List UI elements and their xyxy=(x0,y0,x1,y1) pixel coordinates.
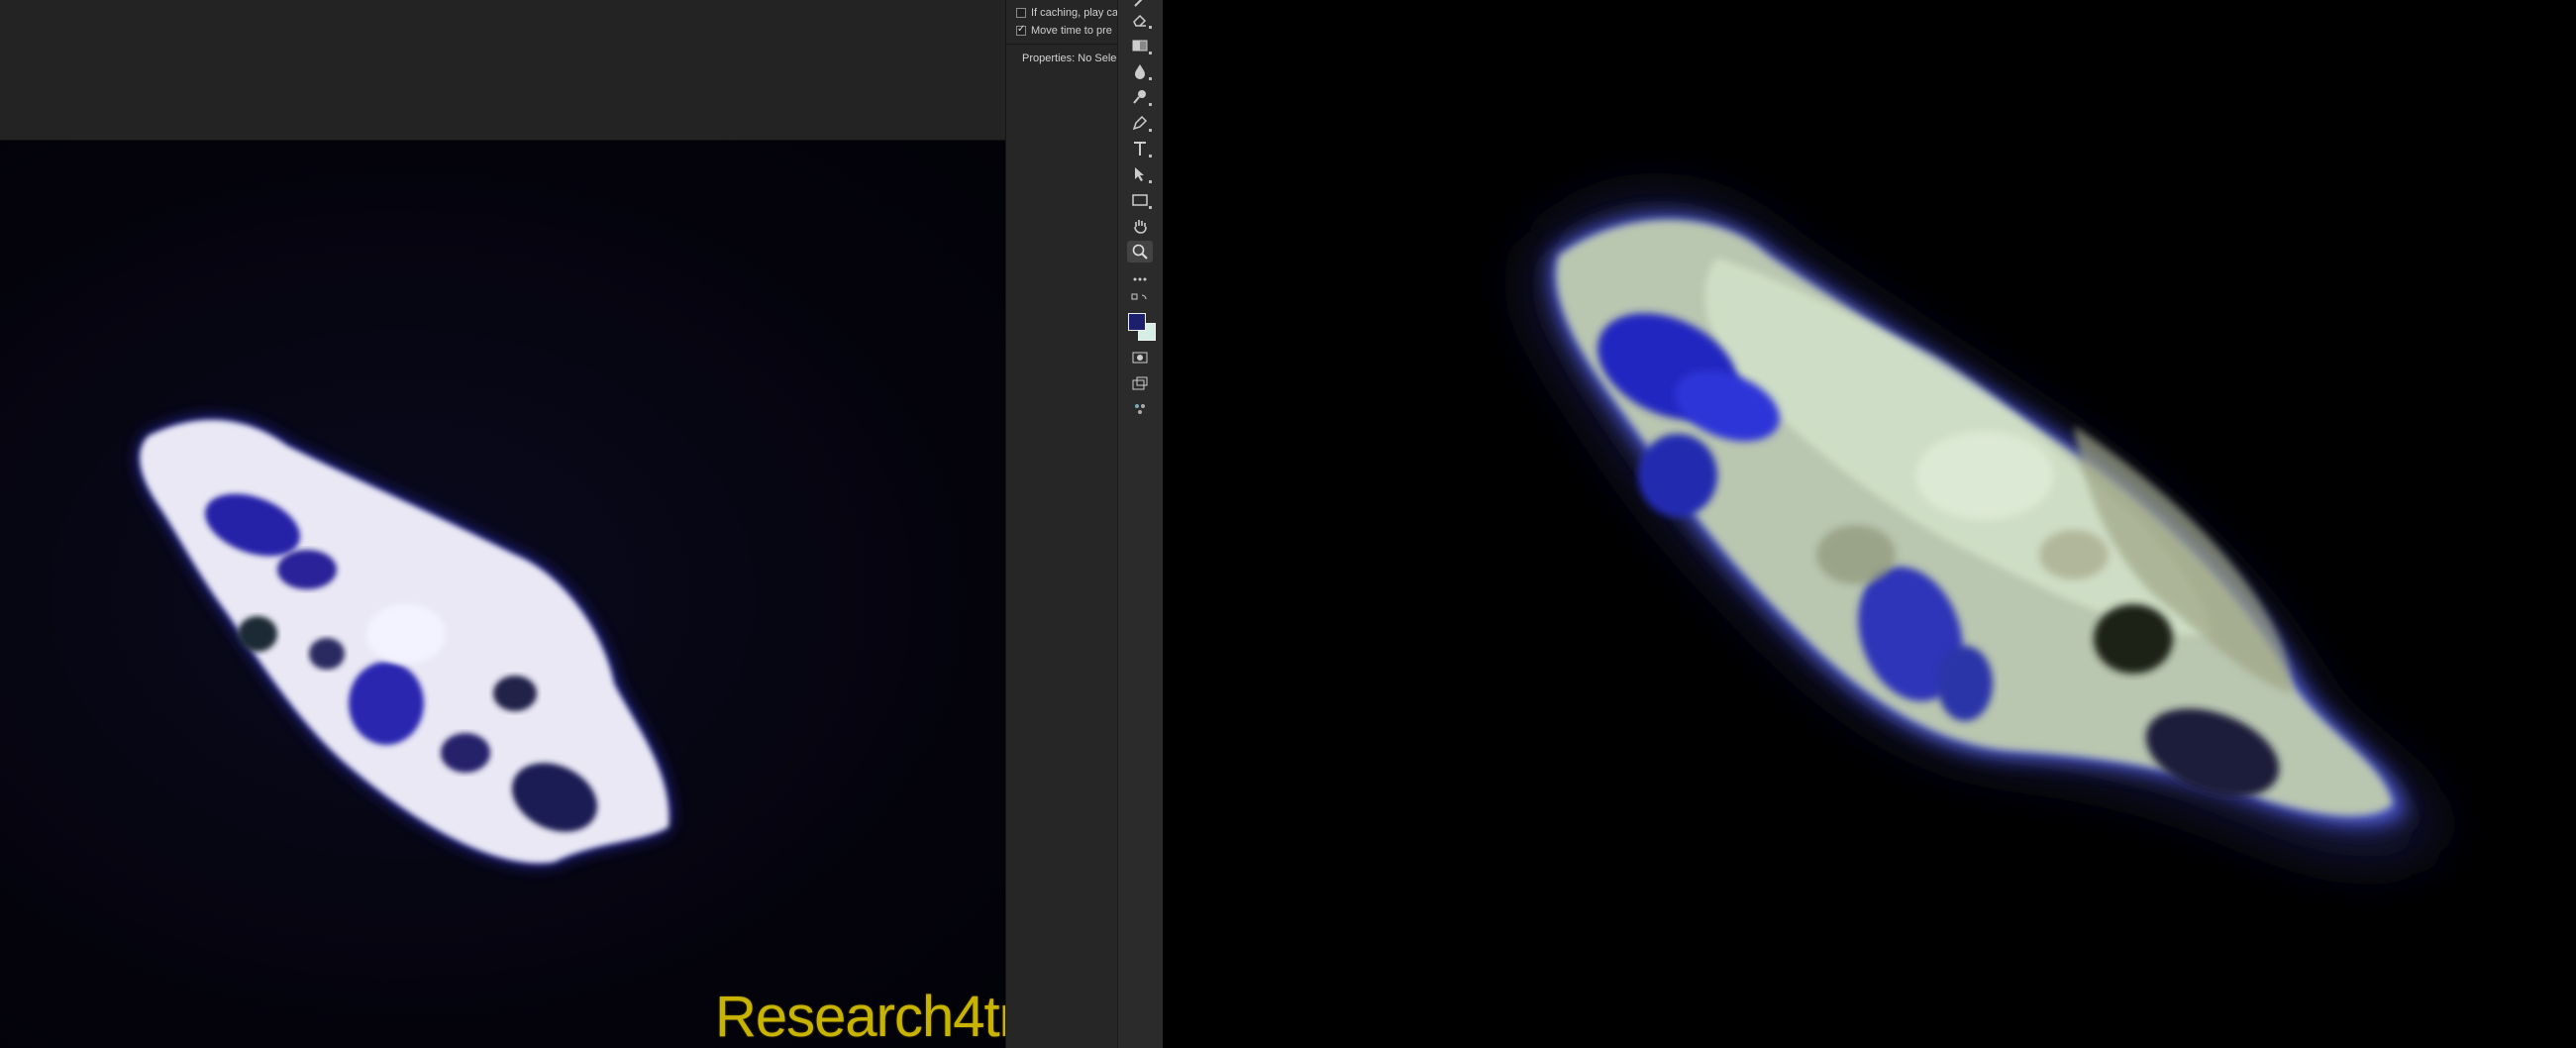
pen-icon xyxy=(1132,115,1148,131)
drop-icon xyxy=(1135,64,1145,79)
eraser-tool[interactable] xyxy=(1127,9,1153,31)
properties-label: Properties: No Selec xyxy=(1022,52,1118,64)
type-tool[interactable] xyxy=(1127,138,1153,159)
eraser-icon xyxy=(1133,14,1147,27)
path-selection-tool[interactable] xyxy=(1127,163,1153,185)
quick-mask-icon xyxy=(1132,352,1148,364)
swap-colors-icon xyxy=(1131,293,1147,300)
island-image-left xyxy=(140,419,670,864)
arrow-icon xyxy=(1135,167,1144,181)
type-icon xyxy=(1134,142,1146,156)
hand-icon xyxy=(1134,220,1147,234)
watermark-text: Research4tr xyxy=(715,985,1005,1048)
island-image-right xyxy=(1530,199,2440,859)
panel-divider xyxy=(1006,44,1118,45)
ellipsis-icon xyxy=(1133,277,1147,281)
screen-mode-icon xyxy=(1132,376,1148,390)
hand-tool[interactable] xyxy=(1127,215,1153,237)
pen-tool[interactable] xyxy=(1127,112,1153,134)
cache-play-checkbox[interactable] xyxy=(1016,8,1026,18)
rectangle-icon xyxy=(1132,194,1148,206)
move-time-label: Move time to pre xyxy=(1031,25,1112,37)
gradient-tool[interactable] xyxy=(1127,35,1153,56)
blur-tool[interactable] xyxy=(1127,60,1153,82)
default-colors-swap[interactable] xyxy=(1127,291,1153,307)
tools-toolbar xyxy=(1117,0,1164,1048)
color-swatches[interactable] xyxy=(1126,311,1156,341)
option-move-time[interactable]: Move time to pre xyxy=(1016,24,1112,38)
empty-top-area xyxy=(0,0,1005,141)
quick-mask-button[interactable] xyxy=(1127,347,1153,368)
dodge-icon xyxy=(1133,90,1146,104)
more-tools[interactable] xyxy=(1127,268,1153,290)
options-panel: If caching, play ca Move time to pre Pro… xyxy=(1005,0,1118,1048)
zoom-icon xyxy=(1132,244,1148,260)
edit-toolbar-button[interactable] xyxy=(1127,398,1153,420)
move-time-checkbox[interactable] xyxy=(1016,24,1026,36)
left-island-image: Research4tr xyxy=(0,141,1005,1048)
cache-play-label: If caching, play ca xyxy=(1031,7,1118,19)
screen-mode-button[interactable] xyxy=(1127,372,1153,394)
left-video-pane: Research4tr xyxy=(0,0,1005,1048)
right-island-image xyxy=(1163,0,2576,1048)
rectangle-tool[interactable] xyxy=(1127,189,1153,211)
option-cache-play[interactable]: If caching, play ca xyxy=(1016,6,1118,20)
zoom-tool[interactable] xyxy=(1127,241,1153,262)
dodge-tool[interactable] xyxy=(1127,86,1153,108)
edit-toolbar-icon xyxy=(1135,404,1145,414)
gradient-icon xyxy=(1132,40,1148,52)
foreground-color-swatch[interactable] xyxy=(1128,313,1146,331)
